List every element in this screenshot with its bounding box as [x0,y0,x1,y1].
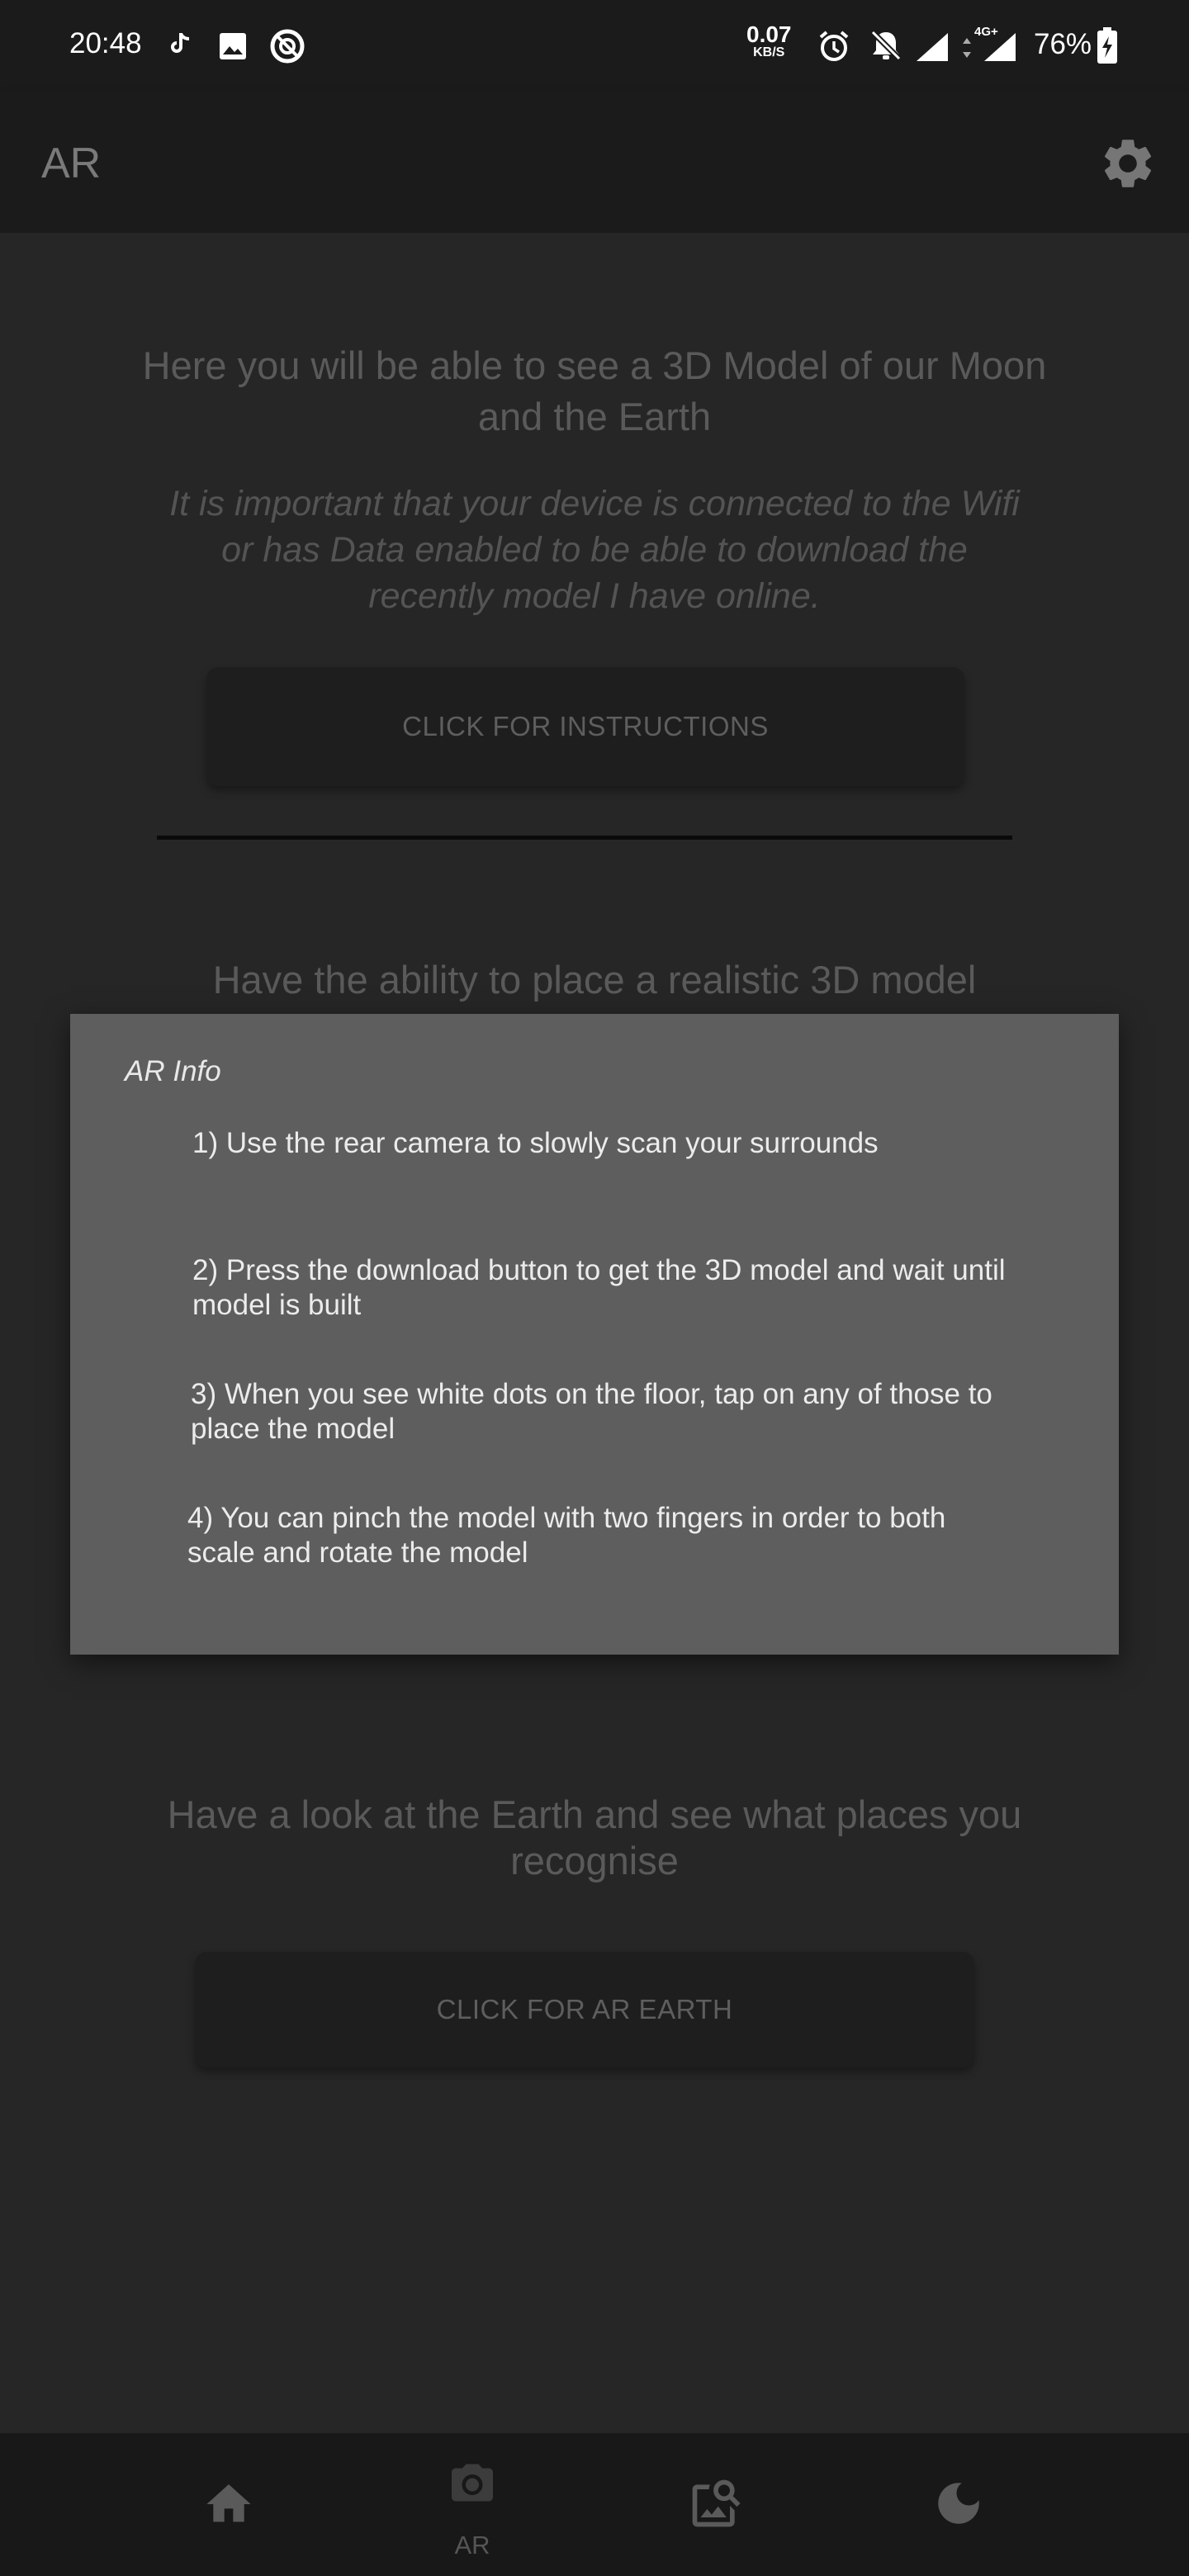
settings-gear-icon[interactable] [1098,134,1158,193]
moon-icon [938,2483,979,2524]
tiktok-icon [171,33,190,53]
nav-gallery-search[interactable] [633,2433,798,2576]
gallery-icon [220,33,246,59]
instructions-button[interactable]: CLICK FOR INSTRUCTIONS [206,667,964,786]
alarm-icon [819,31,849,61]
nav-moon[interactable] [877,2433,1042,2576]
bottom-navigation: AR [0,2433,1189,2576]
ar-earth-button[interactable]: CLICK FOR AR EARTH [195,1952,974,2067]
instruction-step-1: 1) Use the rear camera to slowly scan yo… [192,1127,879,1159]
signal-icon [917,33,948,61]
page-title: AR [41,140,102,187]
home-icon [206,2484,251,2522]
instruction-step-4: 4) You can pinch the model with two fing… [187,1502,946,1569]
image-search-icon [692,2479,741,2527]
notifications-off-icon [869,29,902,62]
earth-heading: Have a look at the Earth and see what pl… [167,1792,1022,1882]
nav-ar-label: AR [454,2531,490,2559]
net-speed-unit: KB/S [753,45,785,59]
camera-icon [452,2464,493,2502]
battery-percentage: 76% [1034,28,1092,60]
intro-heading: Here you will be able to see a 3D Model … [142,343,1047,438]
place-model-heading: Have the ability to place a realistic 3D… [212,958,977,1002]
dialog-title: AR Info [125,1055,221,1087]
instruction-step-2: 2) Press the download button to get the … [192,1254,1006,1321]
status-time: 20:48 [69,27,142,59]
instruction-step-3: 3) When you see white dots on the floor,… [191,1378,992,1445]
app-notification-icon [270,29,305,64]
ar-info-dialog[interactable]: AR Info 1) Use the rear camera to slowly… [70,1014,1119,1655]
connection-note: It is important that your device is conn… [169,484,1020,616]
app-bar: AR [0,91,1189,233]
section-divider [157,836,1012,840]
nav-home[interactable] [146,2433,311,2576]
data-arrows-icon [963,38,971,58]
net-speed-value: 0.07 [746,21,792,47]
battery-charging-icon [1097,27,1117,64]
signal-4g-icon [984,33,1016,61]
net-speed: 0.07 KB/S [746,23,792,59]
status-bar: 20:48 0.07 KB/S 4G+ 76% [0,0,1189,91]
nav-ar[interactable]: AR [390,2433,555,2576]
